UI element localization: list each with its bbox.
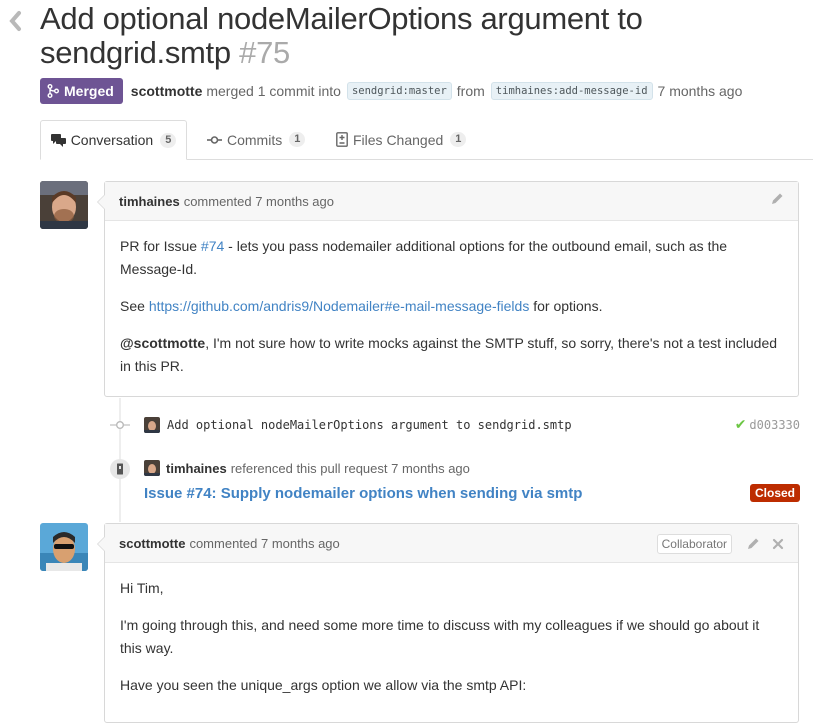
- pencil-icon[interactable]: [746, 537, 760, 551]
- pencil-icon[interactable]: [770, 192, 784, 206]
- comment-paragraph: I'm going through this, and need some mo…: [120, 617, 760, 656]
- reference-text: referenced this pull request 7 months ag…: [230, 460, 470, 476]
- text: See: [120, 298, 149, 314]
- comment-paragraph: PR for Issue #74 - lets you pass nodemai…: [120, 235, 783, 281]
- comment-paragraph: Hi Tim,: [120, 580, 164, 596]
- comment-body: PR for Issue #74 - lets you pass nodemai…: [105, 221, 798, 378]
- commit-message-link[interactable]: Add optional nodeMailerOptions argument …: [167, 418, 572, 432]
- close-icon[interactable]: [772, 538, 784, 550]
- cross-reference-event: timhaines referenced this pull request 7…: [108, 456, 800, 506]
- text: for options.: [529, 298, 603, 314]
- merge-action-text: merged 1 commit into: [206, 83, 341, 99]
- comment-author[interactable]: scottmotte: [119, 536, 185, 551]
- tab-commits-count: 1: [289, 132, 306, 147]
- tab-commits[interactable]: Commits 1: [207, 120, 306, 159]
- text: , I'm not sure how to write mocks agains…: [120, 335, 778, 374]
- merged-badge-label: Merged: [64, 83, 114, 99]
- text: PR for Issue: [120, 238, 201, 254]
- comment-actions: [770, 192, 784, 206]
- comment-scottmotte: scottmotte commented 7 months ago Collab…: [97, 523, 799, 723]
- comment-timhaines: timhaines commented 7 months ago PR for …: [97, 181, 799, 397]
- nodemailer-link[interactable]: https://github.com/andris9/Nodemailer#e-…: [149, 298, 530, 314]
- tab-files-changed-count: 1: [450, 132, 467, 147]
- comment-pointer: [97, 194, 105, 210]
- pr-title-text: Add optional nodeMailerOptions argument …: [40, 1, 643, 70]
- comment-body: Hi Tim, I'm going through this, and need…: [105, 563, 798, 697]
- comment-header: scottmotte commented 7 months ago Collab…: [105, 524, 798, 563]
- git-commit-icon: [207, 135, 222, 144]
- comment-meta: commented 7 months ago: [189, 535, 340, 551]
- pr-tabs: Conversation 5 Commits 1 Files Changed 1: [40, 120, 813, 160]
- reference-line: timhaines referenced this pull request 7…: [144, 460, 470, 476]
- comment-author[interactable]: timhaines: [119, 194, 180, 209]
- tab-files-changed[interactable]: Files Changed 1: [336, 120, 467, 159]
- merge-time: 7 months ago: [657, 83, 743, 99]
- tab-conversation[interactable]: Conversation 5: [40, 120, 187, 160]
- back-chevron-icon[interactable]: [8, 10, 28, 34]
- comment-header: timhaines commented 7 months ago: [105, 182, 798, 221]
- user-mention[interactable]: @scottmotte: [120, 335, 205, 351]
- diff-icon: [336, 132, 348, 147]
- pr-meta: Merged scottmotte merged 1 commit into s…: [40, 78, 742, 104]
- collaborator-badge: Collaborator: [656, 534, 732, 554]
- comment-meta: commented 7 months ago: [183, 193, 334, 209]
- commit-author-avatar[interactable]: [144, 417, 160, 433]
- base-branch: sendgrid:master: [346, 82, 452, 100]
- comment-pointer: [97, 536, 105, 552]
- pr-title: Add optional nodeMailerOptions argument …: [40, 2, 800, 70]
- closed-badge: Closed: [749, 484, 800, 502]
- commit-sha-link[interactable]: d003330: [749, 418, 800, 432]
- avatar-timhaines[interactable]: [40, 181, 88, 229]
- head-branch: timhaines:add-message-id: [490, 82, 653, 100]
- referenced-issue-link[interactable]: Issue #74: Supply nodemailer options whe…: [144, 485, 582, 502]
- check-icon: ✔: [734, 417, 747, 433]
- issue-link[interactable]: #74: [201, 238, 224, 254]
- commit-row: Add optional nodeMailerOptions argument …: [110, 414, 800, 436]
- avatar-scottmotte[interactable]: [40, 523, 88, 571]
- merger-link[interactable]: scottmotte: [131, 83, 203, 99]
- pr-number: #75: [239, 35, 290, 70]
- git-commit-icon: [110, 421, 130, 429]
- tab-conversation-label: Conversation: [70, 132, 154, 148]
- git-merge-icon: [47, 84, 59, 98]
- comment-actions: Collaborator: [656, 534, 784, 554]
- reference-author[interactable]: timhaines: [166, 461, 227, 476]
- comment-paragraph: Have you seen the unique_args option we …: [120, 677, 527, 693]
- tab-commits-label: Commits: [227, 131, 283, 148]
- commit-status: ✔ d003330: [735, 417, 800, 433]
- tab-files-changed-label: Files Changed: [353, 131, 444, 148]
- comment-discussion-icon: [50, 133, 66, 147]
- bookmark-icon: [110, 459, 130, 479]
- comment-paragraph: @scottmotte, I'm not sure how to write m…: [120, 332, 783, 378]
- merged-badge: Merged: [40, 78, 123, 104]
- tab-conversation-count: 5: [160, 132, 177, 148]
- from-text: from: [456, 83, 485, 99]
- comment-paragraph: See https://github.com/andris9/Nodemaile…: [120, 295, 783, 318]
- reference-author-avatar[interactable]: [144, 460, 160, 476]
